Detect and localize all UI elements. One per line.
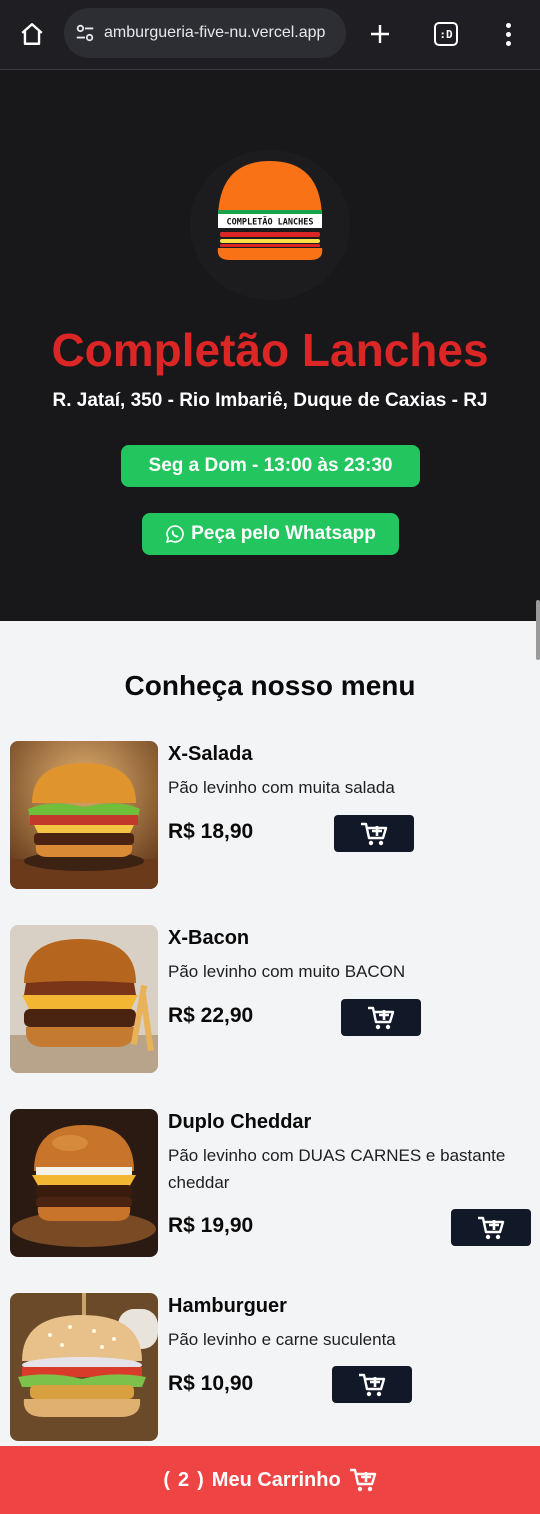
address-text: R. Jataí, 350 - Rio Imbariê, Duque de Ca… [52,390,488,411]
tab-switcher-button[interactable]: :D [426,14,466,54]
item-price: R$ 19,90 [168,1214,254,1237]
add-cart-icon [359,1373,386,1396]
more-options-icon[interactable] [490,14,526,54]
add-to-cart-button[interactable] [332,1366,412,1403]
menu-item-duplo-cheddar: Duplo Cheddar Pão levinho com DUAS CARNE… [10,1109,540,1257]
menu-item-x-bacon: X-Bacon Pão levinho com muito BACON R$ 2… [10,925,540,1073]
page-scrollbar[interactable] [536,600,540,660]
cart-paren-close: ) [197,1468,204,1491]
item-name: X-Bacon [168,927,250,949]
menu-title: Conheça nosso menu [124,670,416,701]
cart-button[interactable]: ( 2 ) Meu Carrinho [0,1446,540,1514]
cart-plus-icon [349,1468,376,1492]
whatsapp-icon [166,525,184,543]
item-description: Pão levinho com muita salada [168,778,395,797]
site-settings-icon[interactable] [74,22,96,44]
item-name: Duplo Cheddar [168,1111,312,1133]
item-price: R$ 10,90 [168,1372,254,1395]
hero-section: COMPLETÃO LANCHES Completão Lanches R. J… [0,70,540,621]
page-title: Completão Lanches [51,324,489,376]
logo-text: COMPLETÃO LANCHES [227,217,314,228]
opening-hours-badge: Seg a Dom - 13:00 às 23:30 [121,445,420,487]
item-name: Hamburguer [168,1295,287,1317]
cart-count: 2 [177,1468,190,1491]
add-cart-icon [368,1006,395,1029]
address-bar[interactable]: amburgueria-five-nu.vercel.app [64,8,346,58]
add-to-cart-button[interactable] [341,999,421,1036]
item-description: Pão levinho com muito BACON [168,962,406,981]
whatsapp-label: Peça pelo Whatsapp [191,523,376,544]
menu-item-hamburguer: Hamburguer Pão levinho e carne suculenta… [10,1293,540,1441]
x-bacon-photo [10,925,158,1073]
cart-paren-open: ( [163,1468,170,1491]
item-name: X-Salada [168,743,253,765]
new-tab-icon[interactable] [360,14,400,54]
add-cart-icon [478,1216,505,1239]
item-price: R$ 22,90 [168,1004,254,1027]
tab-count: :D [434,22,458,46]
menu-item-x-salada: X-Salada Pão levinho com muita salada R$… [10,741,540,889]
add-cart-icon [361,822,388,845]
whatsapp-order-button[interactable]: Peça pelo Whatsapp [142,513,399,555]
logo: COMPLETÃO LANCHES [190,150,350,300]
hamburguer-photo [10,1293,158,1441]
cart-label: Meu Carrinho [211,1468,341,1491]
item-price: R$ 18,90 [168,820,254,843]
duplo-cheddar-photo [10,1109,158,1257]
add-to-cart-button[interactable] [334,815,414,852]
item-description: Pão levinho com DUAS CARNES e bastante c… [168,1146,506,1192]
home-icon[interactable] [12,14,52,54]
url-text[interactable]: amburgueria-five-nu.vercel.app [104,24,325,42]
item-description: Pão levinho e carne suculenta [168,1330,396,1349]
add-to-cart-button[interactable] [451,1209,531,1246]
browser-toolbar: amburgueria-five-nu.vercel.app :D [0,0,540,70]
x-salada-photo [10,741,158,889]
